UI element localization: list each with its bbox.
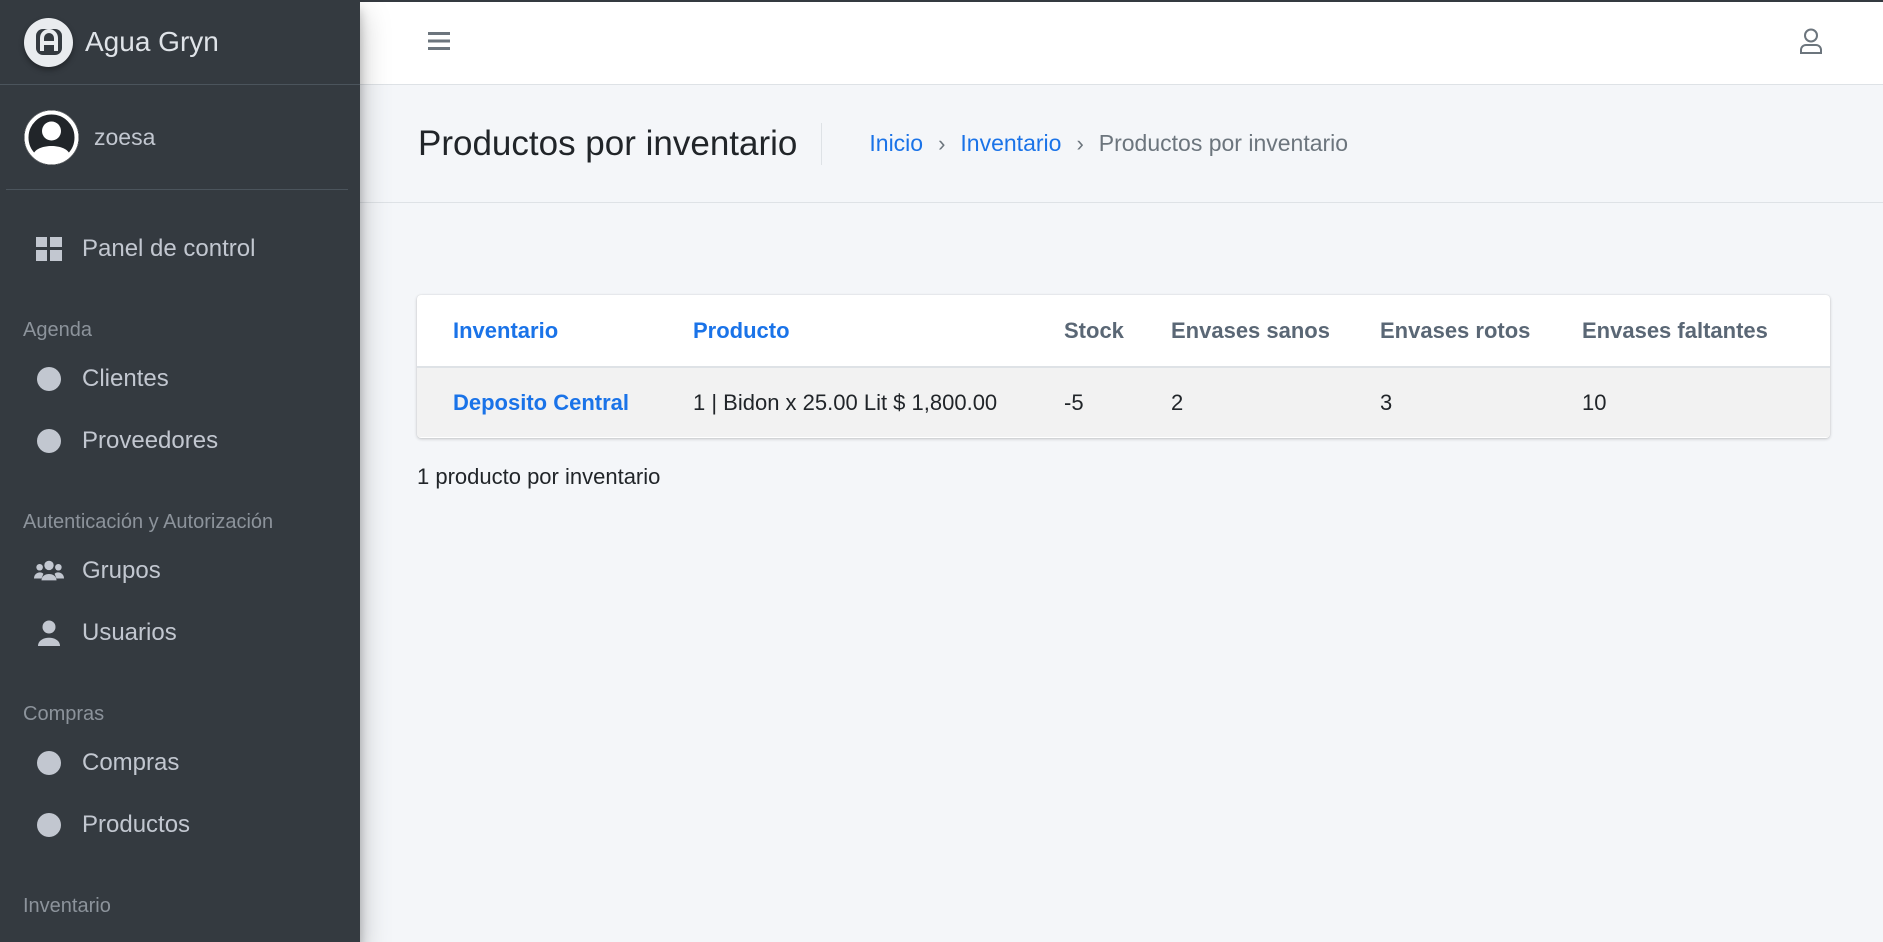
avatar <box>24 109 79 165</box>
sidebar: Agua Gryn zoesa Panel de control Agenda … <box>0 0 360 942</box>
sidebar-item-proveedores[interactable]: Proveedores <box>0 410 360 472</box>
circle-icon <box>34 810 64 840</box>
user-panel[interactable]: zoesa <box>6 85 348 190</box>
result-count: 1 producto por inventario <box>417 464 661 489</box>
sidebar-item-grupos[interactable]: Grupos <box>0 540 360 602</box>
column-header-envases-faltantes: Envases faltantes <box>1582 295 1830 368</box>
cell-envases-faltantes: 10 <box>1582 367 1830 437</box>
brand-logo <box>24 17 73 67</box>
users-group-icon <box>34 556 64 586</box>
sidebar-item-label: Clientes <box>82 365 169 392</box>
sidebar-item-label: Grupos <box>82 557 161 584</box>
cell-producto: 1 | Bidon x 25.00 Lit $ 1,800.00 <box>693 367 1064 437</box>
menu-toggle-icon[interactable] <box>428 31 450 56</box>
section-header-inventario: Inventario <box>23 895 111 917</box>
sidebar-item-compras[interactable]: Compras <box>0 732 360 794</box>
breadcrumb: Inicio › Inventario › Productos por inve… <box>869 130 1348 157</box>
section-header-agenda: Agenda <box>23 319 92 341</box>
cell-envases-sanos: 2 <box>1171 367 1380 437</box>
column-header-envases-rotos: Envases rotos <box>1380 295 1582 368</box>
user-menu-icon[interactable] <box>1799 28 1823 59</box>
column-header-inventario[interactable]: Inventario <box>417 295 693 368</box>
sidebar-item-dashboard[interactable]: Panel de control <box>0 218 360 280</box>
breadcrumb-link-inventario[interactable]: Inventario <box>960 130 1061 157</box>
results-table: Inventario Producto Stock Envases sanos … <box>417 295 1830 437</box>
column-header-stock: Stock <box>1064 295 1171 368</box>
sidebar-item-usuarios[interactable]: Usuarios <box>0 602 360 664</box>
breadcrumb-current: Productos por inventario <box>1098 130 1349 156</box>
column-header-producto[interactable]: Producto <box>693 295 1064 368</box>
table-header-row: Inventario Producto Stock Envases sanos … <box>417 295 1830 368</box>
cell-stock: -5 <box>1064 367 1171 437</box>
section-header-compras: Compras <box>23 703 105 725</box>
sidebar-item-label: Compras <box>82 749 180 776</box>
content-header: Productos por inventario Inicio › Invent… <box>360 85 1883 203</box>
breadcrumb-separator: › <box>1076 130 1084 156</box>
user-name: zoesa <box>94 123 156 150</box>
results-card: Inventario Producto Stock Envases sanos … <box>417 295 1830 438</box>
cell-envases-rotos: 3 <box>1380 367 1582 437</box>
sidebar-item-productos[interactable]: Productos <box>0 794 360 856</box>
sidebar-nav: Panel de control Agenda Clientes Proveed… <box>0 190 360 918</box>
column-header-envases-sanos: Envases sanos <box>1171 295 1380 368</box>
sidebar-item-clientes[interactable]: Clientes <box>0 348 360 410</box>
circle-icon <box>34 426 64 456</box>
page-title: Productos por inventario <box>418 122 823 165</box>
cell-inventario-link[interactable]: Deposito Central <box>417 367 693 437</box>
brand-name: Agua Gryn <box>85 26 219 57</box>
dashboard-icon <box>34 234 64 264</box>
sidebar-item-label: Usuarios <box>82 619 177 646</box>
sidebar-item-label: Proveedores <box>82 427 219 454</box>
brand-link[interactable]: Agua Gryn <box>0 0 360 85</box>
breadcrumb-link-inicio[interactable]: Inicio <box>869 130 923 157</box>
user-icon <box>34 618 64 648</box>
top-navbar <box>360 0 1883 85</box>
table-row: Deposito Central 1 | Bidon x 25.00 Lit $… <box>417 367 1830 437</box>
breadcrumb-separator: › <box>938 130 946 156</box>
section-header-auth: Autenticación y Autorización <box>23 511 274 533</box>
circle-icon <box>34 748 64 778</box>
sidebar-item-label: Panel de control <box>82 235 256 262</box>
circle-icon <box>34 364 64 394</box>
sidebar-item-label: Productos <box>82 811 191 838</box>
